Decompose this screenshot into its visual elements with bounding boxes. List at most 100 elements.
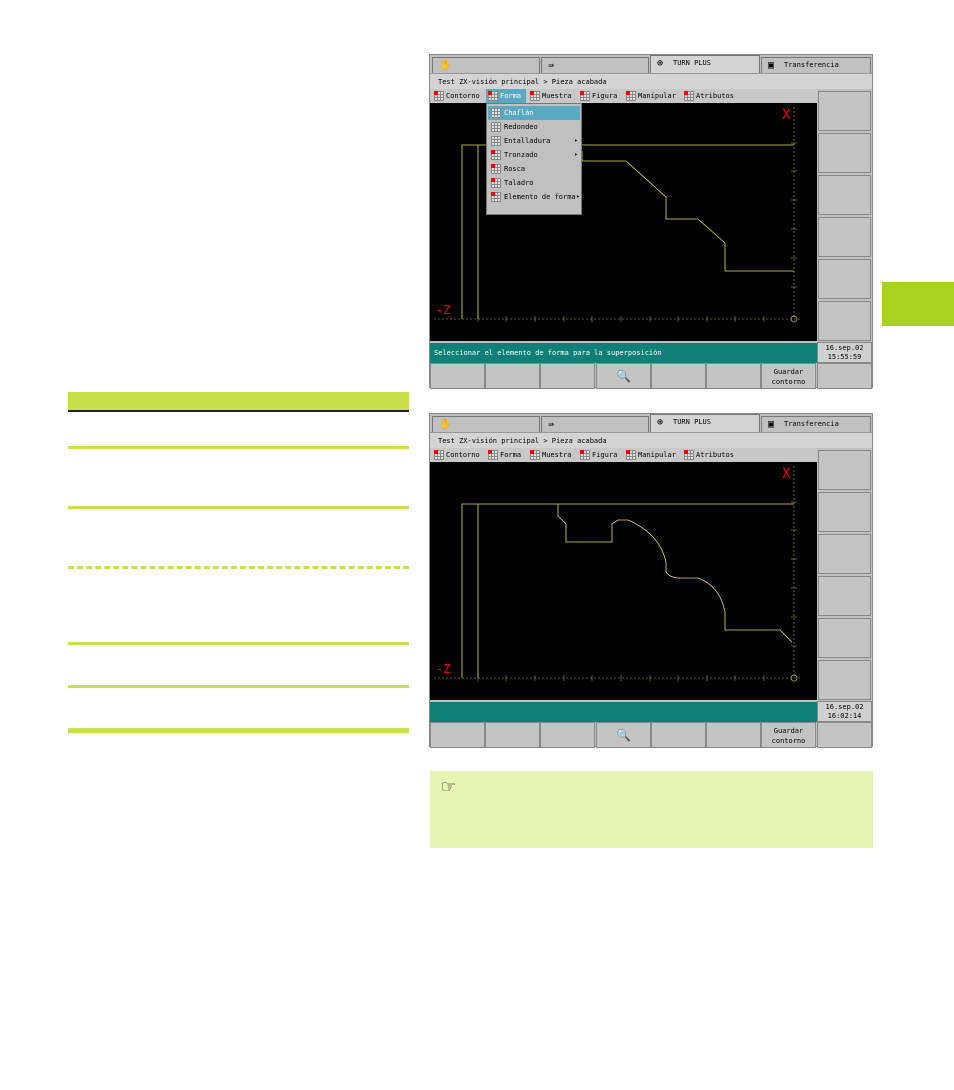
tab-turn-plus[interactable]: ⊕ TURN PLUS bbox=[650, 55, 760, 73]
dropdown-item-taladro[interactable]: Taladro bbox=[488, 176, 580, 190]
softkey[interactable] bbox=[818, 301, 871, 341]
softkey[interactable] bbox=[818, 259, 871, 299]
axis-x-label: X bbox=[782, 107, 791, 123]
menu-figura[interactable]: Figura bbox=[578, 89, 622, 103]
dropdown-item-entalladura[interactable]: Entalladura ▸ bbox=[488, 134, 580, 148]
bottom-softkey[interactable] bbox=[817, 363, 872, 389]
time-text: 15:55:59 bbox=[827, 353, 862, 361]
status-bar bbox=[430, 702, 817, 722]
save-contour-button[interactable]: Guardar contorno bbox=[761, 363, 816, 389]
save-contour-button[interactable]: Guardar contorno bbox=[761, 722, 816, 748]
tab-manual[interactable]: ✋ bbox=[432, 416, 540, 432]
dropdown-item-redondeo[interactable]: Redondeo bbox=[488, 120, 580, 134]
hand-icon: ✋ bbox=[439, 60, 452, 71]
axis-z-label: -Z bbox=[436, 662, 451, 676]
axis-x-label: X bbox=[782, 466, 791, 482]
divider-line bbox=[68, 728, 409, 733]
grid-icon bbox=[434, 91, 444, 101]
bottom-softkey[interactable] bbox=[706, 363, 761, 389]
bottom-softkey[interactable] bbox=[430, 363, 485, 389]
menu-bar: Contorno Forma Muestra Figura Manipular … bbox=[430, 448, 817, 462]
chapter-tab bbox=[882, 282, 954, 326]
menu-contorno[interactable]: Contorno bbox=[432, 448, 484, 462]
forma-dropdown: Chaflán Redondeo Entalladura ▸ Tronzado ▸ … bbox=[486, 103, 582, 215]
tab-turn-plus[interactable]: ⊕ TURN PLUS bbox=[650, 414, 760, 432]
submenu-arrow-icon: ▸ bbox=[574, 137, 578, 144]
menu-manipular[interactable]: Manipular bbox=[624, 89, 680, 103]
dropdown-item-rosca[interactable]: Rosca bbox=[488, 162, 580, 176]
softkey[interactable] bbox=[818, 534, 871, 574]
grid-icon bbox=[491, 192, 501, 202]
table-header-bar bbox=[68, 392, 409, 412]
bottom-softkey[interactable] bbox=[540, 363, 595, 389]
grid-icon bbox=[626, 91, 636, 101]
tab-transferencia[interactable]: ▣ Transferencia bbox=[761, 416, 871, 432]
grid-icon bbox=[491, 108, 501, 118]
grid-icon bbox=[491, 178, 501, 188]
magnifier-icon: 🔍 bbox=[616, 369, 631, 383]
softkey[interactable] bbox=[818, 175, 871, 215]
dropdown-item-tronzado[interactable]: Tronzado ▸ bbox=[488, 148, 580, 162]
bottom-softkey[interactable] bbox=[651, 722, 706, 748]
axis-z-label: -Z bbox=[436, 303, 451, 317]
menu-figura[interactable]: Figura bbox=[578, 448, 622, 462]
tab-bar: ✋ ⇛ ⊕ TURN PLUS ▣ Transferencia bbox=[430, 55, 872, 73]
tab-transferencia[interactable]: ▣ Transferencia bbox=[761, 57, 871, 73]
softkey[interactable] bbox=[818, 618, 871, 658]
screenshot-1: ✋ ⇛ ⊕ TURN PLUS ▣ Transferencia Test ZX-vi… bbox=[429, 54, 873, 389]
bottom-softkey[interactable] bbox=[485, 363, 540, 389]
magnifier-icon: 🔍 bbox=[616, 728, 631, 742]
submenu-arrow-icon: ▸ bbox=[574, 151, 578, 158]
bottom-softkey[interactable] bbox=[540, 722, 595, 748]
grid-icon bbox=[580, 450, 590, 460]
bottom-softkey[interactable] bbox=[485, 722, 540, 748]
zoom-button[interactable]: 🔍 bbox=[596, 363, 651, 389]
menu-forma[interactable]: Forma bbox=[486, 448, 526, 462]
grid-icon bbox=[491, 164, 501, 174]
tab-bar: ✋ ⇛ ⊕ TURN PLUS ▣ Transferencia bbox=[430, 414, 872, 432]
grid-icon bbox=[491, 136, 501, 146]
arrow-right-icon: ⇛ bbox=[548, 60, 555, 71]
pointing-hand-icon: ☞ bbox=[442, 775, 456, 800]
breadcrumb: Test ZX-visión principal > Pieza acabada bbox=[430, 73, 872, 89]
bottom-softkey[interactable] bbox=[651, 363, 706, 389]
dropdown-item-chaflan[interactable]: Chaflán bbox=[488, 106, 580, 120]
divider-line bbox=[68, 446, 409, 449]
softkey[interactable] bbox=[818, 660, 871, 700]
menu-contorno[interactable]: Contorno bbox=[432, 89, 484, 103]
contour-canvas[interactable]: X -Z bbox=[430, 462, 817, 700]
softkey[interactable] bbox=[818, 91, 871, 131]
menu-atributos[interactable]: Atributos bbox=[682, 89, 742, 103]
grid-icon bbox=[530, 91, 540, 101]
hand-icon: ✋ bbox=[439, 419, 452, 430]
menu-manipular[interactable]: Manipular bbox=[624, 448, 680, 462]
grid-icon bbox=[488, 91, 498, 101]
menu-atributos[interactable]: Atributos bbox=[682, 448, 742, 462]
grid-icon bbox=[434, 450, 444, 460]
menu-bar: Contorno Forma Muestra Figura Manipular … bbox=[430, 89, 817, 103]
tab-program[interactable]: ⇛ bbox=[541, 416, 649, 432]
softkey[interactable] bbox=[818, 217, 871, 257]
zoom-button[interactable]: 🔍 bbox=[596, 722, 651, 748]
menu-muestra[interactable]: Muestra bbox=[528, 448, 576, 462]
grid-icon bbox=[491, 150, 501, 160]
menu-forma[interactable]: Forma bbox=[486, 89, 526, 103]
grid-icon bbox=[580, 91, 590, 101]
softkey[interactable] bbox=[818, 576, 871, 616]
bottom-softkey[interactable] bbox=[706, 722, 761, 748]
bottom-softkey[interactable] bbox=[430, 722, 485, 748]
grid-icon bbox=[530, 450, 540, 460]
tab-manual[interactable]: ✋ bbox=[432, 57, 540, 73]
time-text: 16:02:14 bbox=[827, 712, 862, 720]
softkey[interactable] bbox=[818, 450, 871, 490]
dropdown-item-elemento-de-forma[interactable]: Elemento de forma ▸ bbox=[488, 190, 582, 204]
menu-muestra[interactable]: Muestra bbox=[528, 89, 576, 103]
softkey[interactable] bbox=[818, 492, 871, 532]
floppy-icon: ▣ bbox=[768, 60, 775, 71]
contour-graphic bbox=[434, 466, 800, 682]
bottom-softkey[interactable] bbox=[817, 722, 872, 748]
tab-program[interactable]: ⇛ bbox=[541, 57, 649, 73]
softkey[interactable] bbox=[818, 133, 871, 173]
status-bar: Seleccionar el elemento de forma para la… bbox=[430, 343, 817, 363]
floppy-icon: ▣ bbox=[768, 419, 775, 430]
